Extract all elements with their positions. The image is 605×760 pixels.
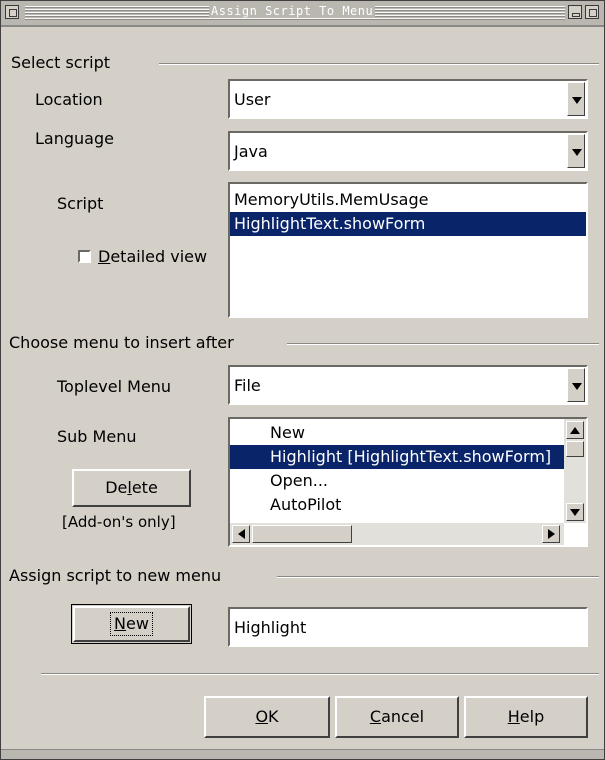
vertical-scroll-thumb[interactable]: [566, 441, 584, 457]
sub-menu-label: Sub Menu: [57, 427, 137, 446]
list-item[interactable]: MemoryUtils.MemUsage: [230, 188, 586, 212]
footer-divider: [41, 673, 599, 675]
ok-button-label: OK: [255, 707, 279, 726]
location-label: Location: [35, 90, 103, 109]
new-button-face: New: [73, 606, 190, 642]
addons-note: [Add-on's only]: [62, 513, 176, 531]
cancel-button-label: Cancel: [369, 707, 425, 726]
script-list[interactable]: MemoryUtils.MemUsage HighlightText.showF…: [228, 182, 588, 318]
window-menu-icon[interactable]: [5, 5, 19, 19]
chevron-down-icon[interactable]: [567, 134, 585, 168]
new-button[interactable]: New: [71, 604, 192, 644]
horizontal-scrollbar[interactable]: [230, 523, 564, 545]
chevron-down-icon[interactable]: [567, 368, 585, 402]
horizontal-scroll-thumb[interactable]: [252, 525, 352, 543]
chevron-down-icon[interactable]: [567, 82, 585, 116]
language-select[interactable]: Java: [228, 131, 588, 171]
scroll-up-icon[interactable]: [566, 421, 584, 439]
list-item[interactable]: New: [230, 421, 564, 445]
detailed-view-checkbox[interactable]: [78, 250, 91, 263]
toplevel-menu-select[interactable]: File: [228, 365, 588, 405]
help-button[interactable]: Help: [464, 696, 588, 738]
minimize-icon[interactable]: [568, 5, 582, 19]
scroll-right-icon[interactable]: [542, 525, 560, 543]
help-button-label: Help: [507, 707, 545, 726]
language-value: Java: [234, 142, 268, 161]
new-button-label: New: [110, 612, 153, 636]
sub-menu-list[interactable]: New Highlight [HighlightText.showForm] O…: [228, 417, 588, 547]
title-bar[interactable]: Assign Script To Menu: [1, 1, 604, 27]
window-bottom-edge: [1, 749, 604, 759]
toplevel-menu-value: File: [234, 376, 261, 395]
location-value: User: [234, 90, 271, 109]
list-item[interactable]: AutoPilot: [230, 493, 564, 517]
choose-menu-group-label: Choose menu to insert after: [9, 333, 242, 352]
language-label: Language: [35, 129, 114, 148]
new-menu-name-value: Highlight: [234, 618, 307, 637]
list-item[interactable]: Highlight [HighlightText.showForm]: [230, 445, 564, 469]
vertical-scrollbar[interactable]: [564, 419, 586, 523]
scroll-down-icon[interactable]: [566, 503, 584, 521]
list-item[interactable]: HighlightText.showForm: [230, 212, 586, 236]
delete-button-label: Delete: [105, 478, 158, 497]
detailed-view-label[interactable]: Detailed view: [98, 247, 207, 266]
ok-button[interactable]: OK: [204, 696, 330, 738]
new-menu-name-field[interactable]: Highlight: [228, 607, 588, 647]
group-divider: [277, 576, 599, 578]
select-script-group-label: Select script: [11, 53, 119, 72]
list-item[interactable]: Open...: [230, 469, 564, 493]
group-divider: [287, 343, 599, 345]
assign-script-dialog: Assign Script To Menu Select script Loca…: [0, 0, 605, 760]
toplevel-menu-label: Toplevel Menu: [57, 377, 172, 396]
cancel-button[interactable]: Cancel: [335, 696, 459, 738]
new-menu-group-label: Assign script to new menu: [9, 566, 230, 585]
window-title: Assign Script To Menu: [209, 4, 376, 18]
script-label: Script: [57, 194, 104, 213]
location-select[interactable]: User: [228, 79, 588, 119]
group-divider: [159, 63, 599, 65]
maximize-icon[interactable]: [585, 5, 599, 19]
scroll-left-icon[interactable]: [232, 525, 250, 543]
delete-button[interactable]: Delete: [72, 469, 191, 507]
